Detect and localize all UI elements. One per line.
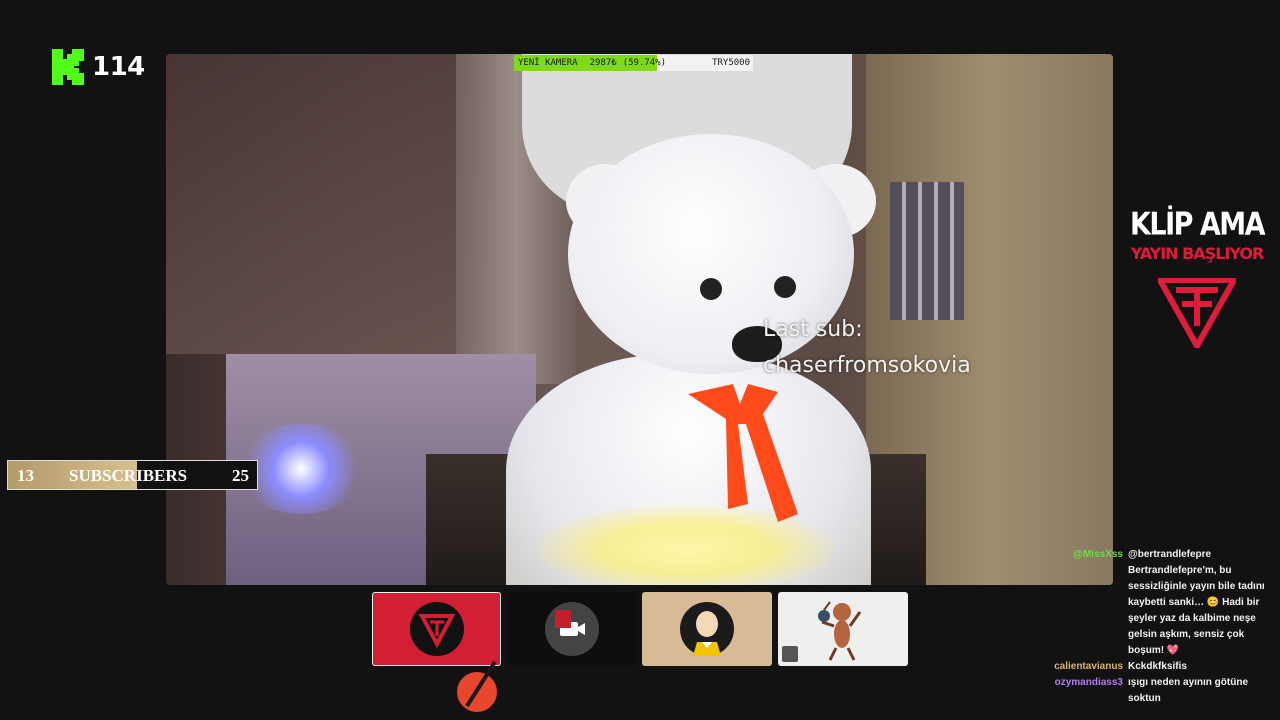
channel-logo-icon	[1158, 278, 1236, 348]
avatar	[409, 602, 464, 656]
participant-tile-ant[interactable]	[778, 592, 908, 666]
last-sub-title: Last sub:	[763, 317, 863, 342]
viewer-count: 114	[92, 52, 145, 82]
chat-text: @bertrandlefepre Bertrandlefepre'm, bu s…	[1128, 549, 1265, 656]
chat-text: Kckdkfksifis	[1128, 661, 1187, 672]
kick-icon	[52, 49, 84, 85]
participant-tile-camera-off[interactable]	[507, 592, 637, 666]
promo-banner: KLİP AMA YAYIN BAŞLIYOR	[1126, 206, 1268, 263]
saitama-avatar-icon	[693, 611, 721, 656]
camera-off-icon	[555, 610, 585, 636]
last-sub-name: chaserfromsokovia	[763, 353, 971, 378]
avatar	[545, 602, 599, 656]
wall-posters	[890, 182, 964, 320]
subscriber-goal-label: SUBSCRIBERS	[69, 466, 188, 485]
channel-logo-icon	[418, 614, 455, 649]
ribbon-bow	[688, 384, 798, 522]
webcam-view	[166, 54, 1113, 585]
participant-tile-saitama[interactable]	[642, 592, 772, 666]
avatar	[680, 602, 734, 656]
chat-text: ışıgı neden ayının götüne soktun	[1128, 677, 1249, 704]
kick-logo: 114	[52, 49, 145, 85]
chat-message: calientavianus Kckdkfksifis	[1040, 659, 1276, 675]
chat-message: @MissXss @bertrandlefepre Bertrandlefepre…	[1040, 547, 1276, 659]
pen-cursor-icon	[457, 660, 497, 712]
chat-username[interactable]: calientavianus	[1040, 659, 1128, 675]
chat-username[interactable]: ozymandiass3	[1040, 675, 1128, 707]
chat-message: ozymandiass3 ışıgı neden ayının götüne so…	[1040, 675, 1276, 707]
donation-target: TRY5000	[712, 58, 750, 68]
participant-tile-logo[interactable]	[372, 592, 501, 666]
subscriber-goal-bar: 13 SUBSCRIBERS 25	[7, 460, 258, 490]
promo-subtitle: YAYIN BAŞLIYOR	[1130, 244, 1265, 263]
subscriber-target: 25	[232, 466, 249, 485]
subscriber-current: 13	[17, 466, 34, 485]
donation-percent: (59.74%)	[622, 58, 667, 68]
promo-title: KLİP AMA	[1129, 206, 1266, 243]
chat-username[interactable]: @MissXss	[1040, 547, 1128, 659]
last-sub-overlay: Last sub: chaserfromsokovia	[763, 312, 971, 384]
chat-panel: @MissXss @bertrandlefepre Bertrandlefepre…	[1040, 547, 1276, 707]
mic-off-icon	[782, 646, 798, 662]
donation-goal-label: YENİ KAMERA	[518, 58, 578, 68]
donation-goal-bar: YENİ KAMERA 2987₺ (59.74%) TRY5000	[514, 55, 753, 71]
donation-amount: 2987₺	[589, 58, 617, 68]
